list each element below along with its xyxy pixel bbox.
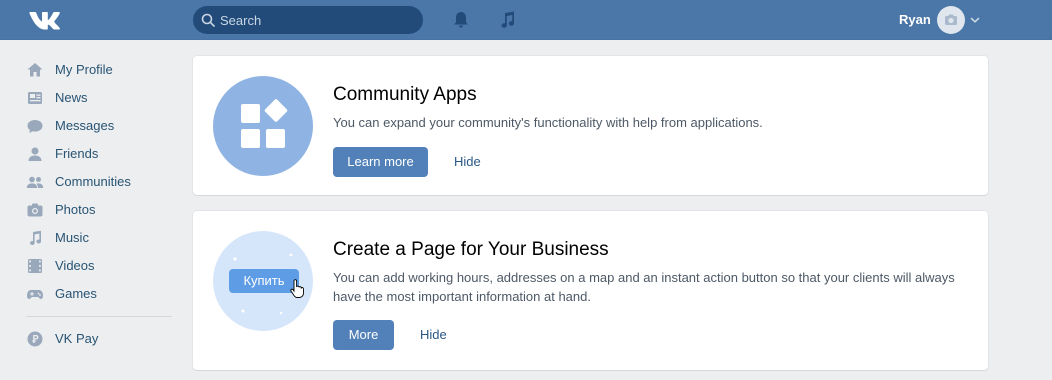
sidebar-item-label: News [55,90,88,105]
hide-button[interactable]: Hide [420,320,447,350]
camera-icon [945,14,957,25]
more-button[interactable]: More [333,320,394,350]
sidebar-item-vk-pay[interactable]: VK Pay [26,325,176,353]
person-icon [28,147,42,161]
card-title: Community Apps [333,84,477,105]
sidebar-item-label: Music [55,230,89,245]
user-name: Ryan [899,12,931,27]
card-description: You can add working hours, addresses on … [333,270,955,304]
sidebar-item-news[interactable]: News [26,84,176,112]
sidebar-item-messages[interactable]: Messages [26,112,176,140]
community-apps-card: Community Apps You can expand your commu… [193,56,988,195]
sidebar-item-label: Friends [55,146,99,161]
sidebar-item-communities[interactable]: Communities [26,168,176,196]
music-note-icon [30,230,42,246]
sidebar-item-photos[interactable]: Photos [26,196,176,224]
search-box[interactable] [193,6,423,34]
vk-logo-icon[interactable] [28,9,62,31]
sidebar-item-label: My Profile [55,62,113,77]
sidebar-item-label: Photos [55,202,96,217]
hand-cursor-icon [290,279,304,298]
sidebar-divider [26,316,172,317]
people-icon [26,176,44,188]
sidebar-item-label: Games [55,286,97,301]
chat-bubble-icon [27,120,43,133]
hide-button[interactable]: Hide [454,147,481,177]
sidebar-item-videos[interactable]: Videos [26,252,176,280]
avatar[interactable] [937,6,965,34]
top-bar: Ryan [0,0,1052,40]
sidebar-item-label: Videos [55,258,95,273]
music-note-icon[interactable] [497,10,517,30]
gamepad-icon [27,290,43,299]
camera-icon [27,203,43,217]
bell-icon[interactable] [451,10,471,30]
sidebar-item-label: VK Pay [55,331,99,346]
news-icon [28,92,42,104]
apps-illustration [213,76,313,176]
business-illustration: Купить [213,231,313,331]
business-page-card: Купить Create a Page for Your Business Y… [193,211,988,370]
home-icon [27,63,43,77]
sidebar-item-label: Communities [55,174,131,189]
search-icon [201,13,215,27]
film-icon [28,259,42,273]
search-input[interactable] [220,6,416,34]
sidebar-item-music[interactable]: Music [26,224,176,252]
card-description: You can expand your community's function… [333,115,763,130]
card-title: Create a Page for Your Business [333,239,609,260]
sidebar-item-friends[interactable]: Friends [26,140,176,168]
apps-grid-icon [241,99,288,148]
user-menu[interactable]: Ryan [895,6,985,34]
chevron-down-icon[interactable] [970,16,980,24]
sidebar-item-label: Messages [55,118,115,133]
sidebar-item-games[interactable]: Games [26,280,176,308]
learn-more-button[interactable]: Learn more [333,147,428,177]
left-navigation: My Profile News Messages Friends Communi… [26,56,176,353]
vk-pay-icon [27,331,43,347]
sidebar-item-my-profile[interactable]: My Profile [26,56,176,84]
